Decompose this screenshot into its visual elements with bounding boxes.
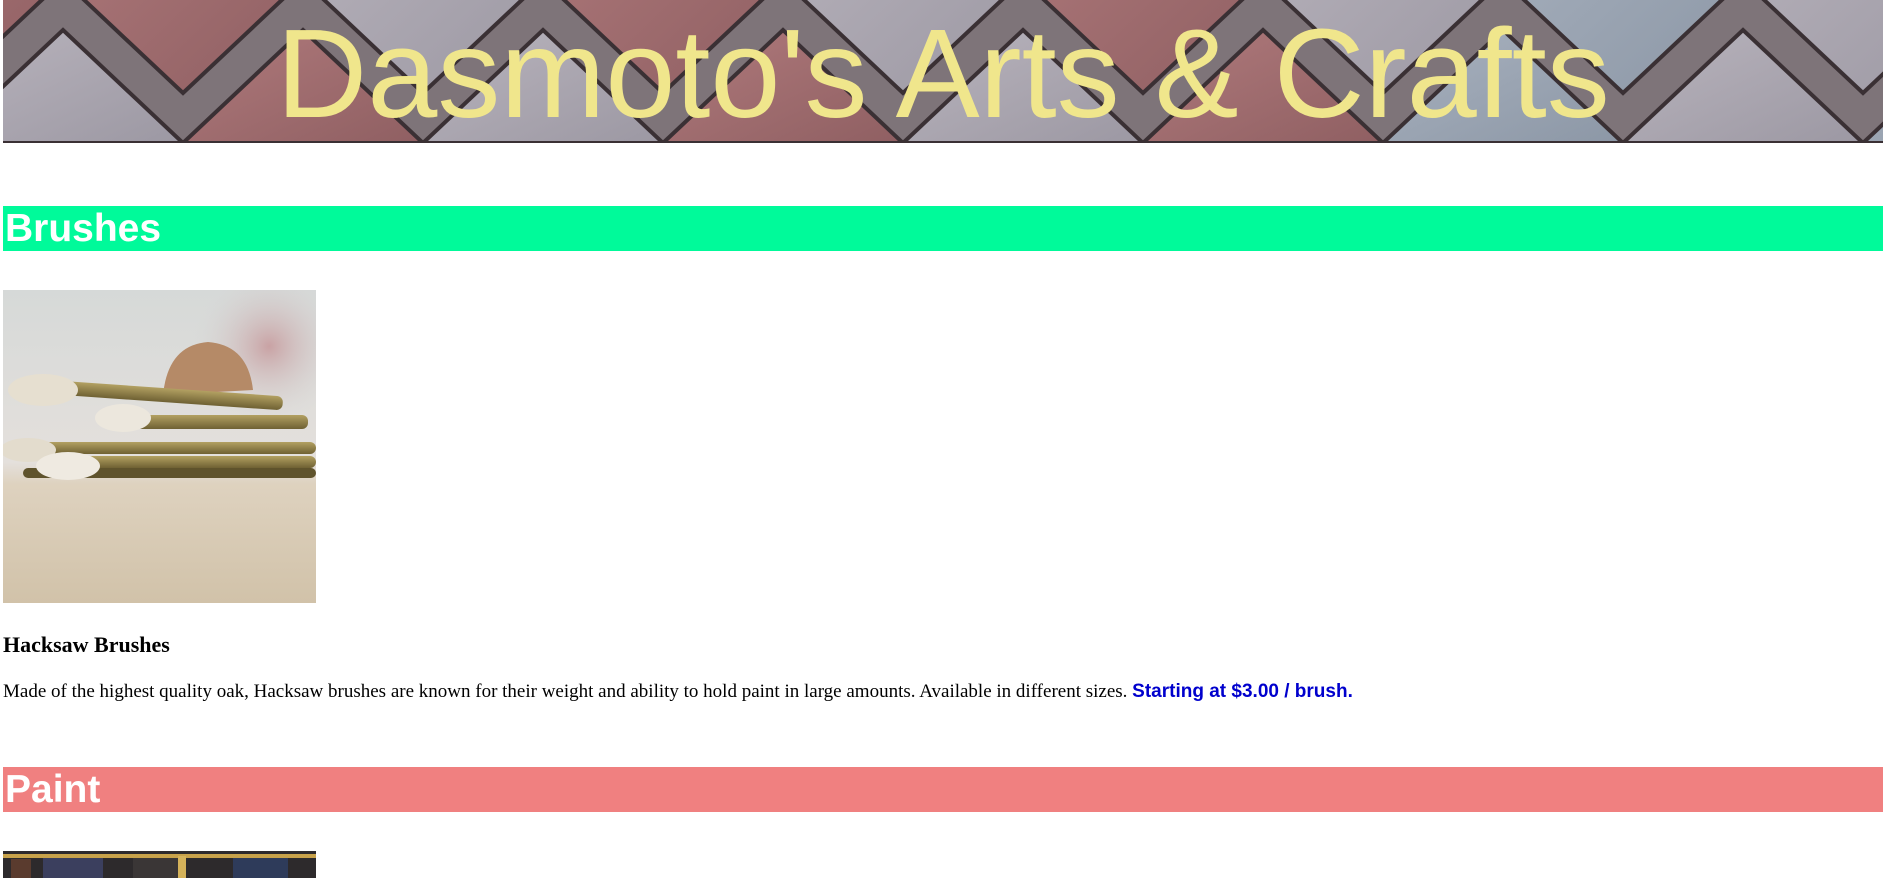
paint-photo-icon xyxy=(3,851,316,878)
brushes-photo-icon xyxy=(3,290,316,603)
page-title: Dasmoto's Arts & Crafts xyxy=(276,3,1610,144)
product-title: Hacksaw Brushes xyxy=(3,632,170,657)
page: Dasmoto's Arts & Crafts Brushes Hacksaw … xyxy=(3,0,1883,878)
section-header-brushes: Brushes xyxy=(3,206,1883,251)
product-description-text: Made of the highest quality oak, Hacksaw… xyxy=(3,681,1128,702)
section-header-paint: Paint xyxy=(3,767,1883,812)
product-price: Starting at $3.00 / brush. xyxy=(1132,681,1353,702)
banner: Dasmoto's Arts & Crafts xyxy=(3,0,1883,143)
product-description: Made of the highest quality oak, Hacksaw… xyxy=(3,679,1353,705)
